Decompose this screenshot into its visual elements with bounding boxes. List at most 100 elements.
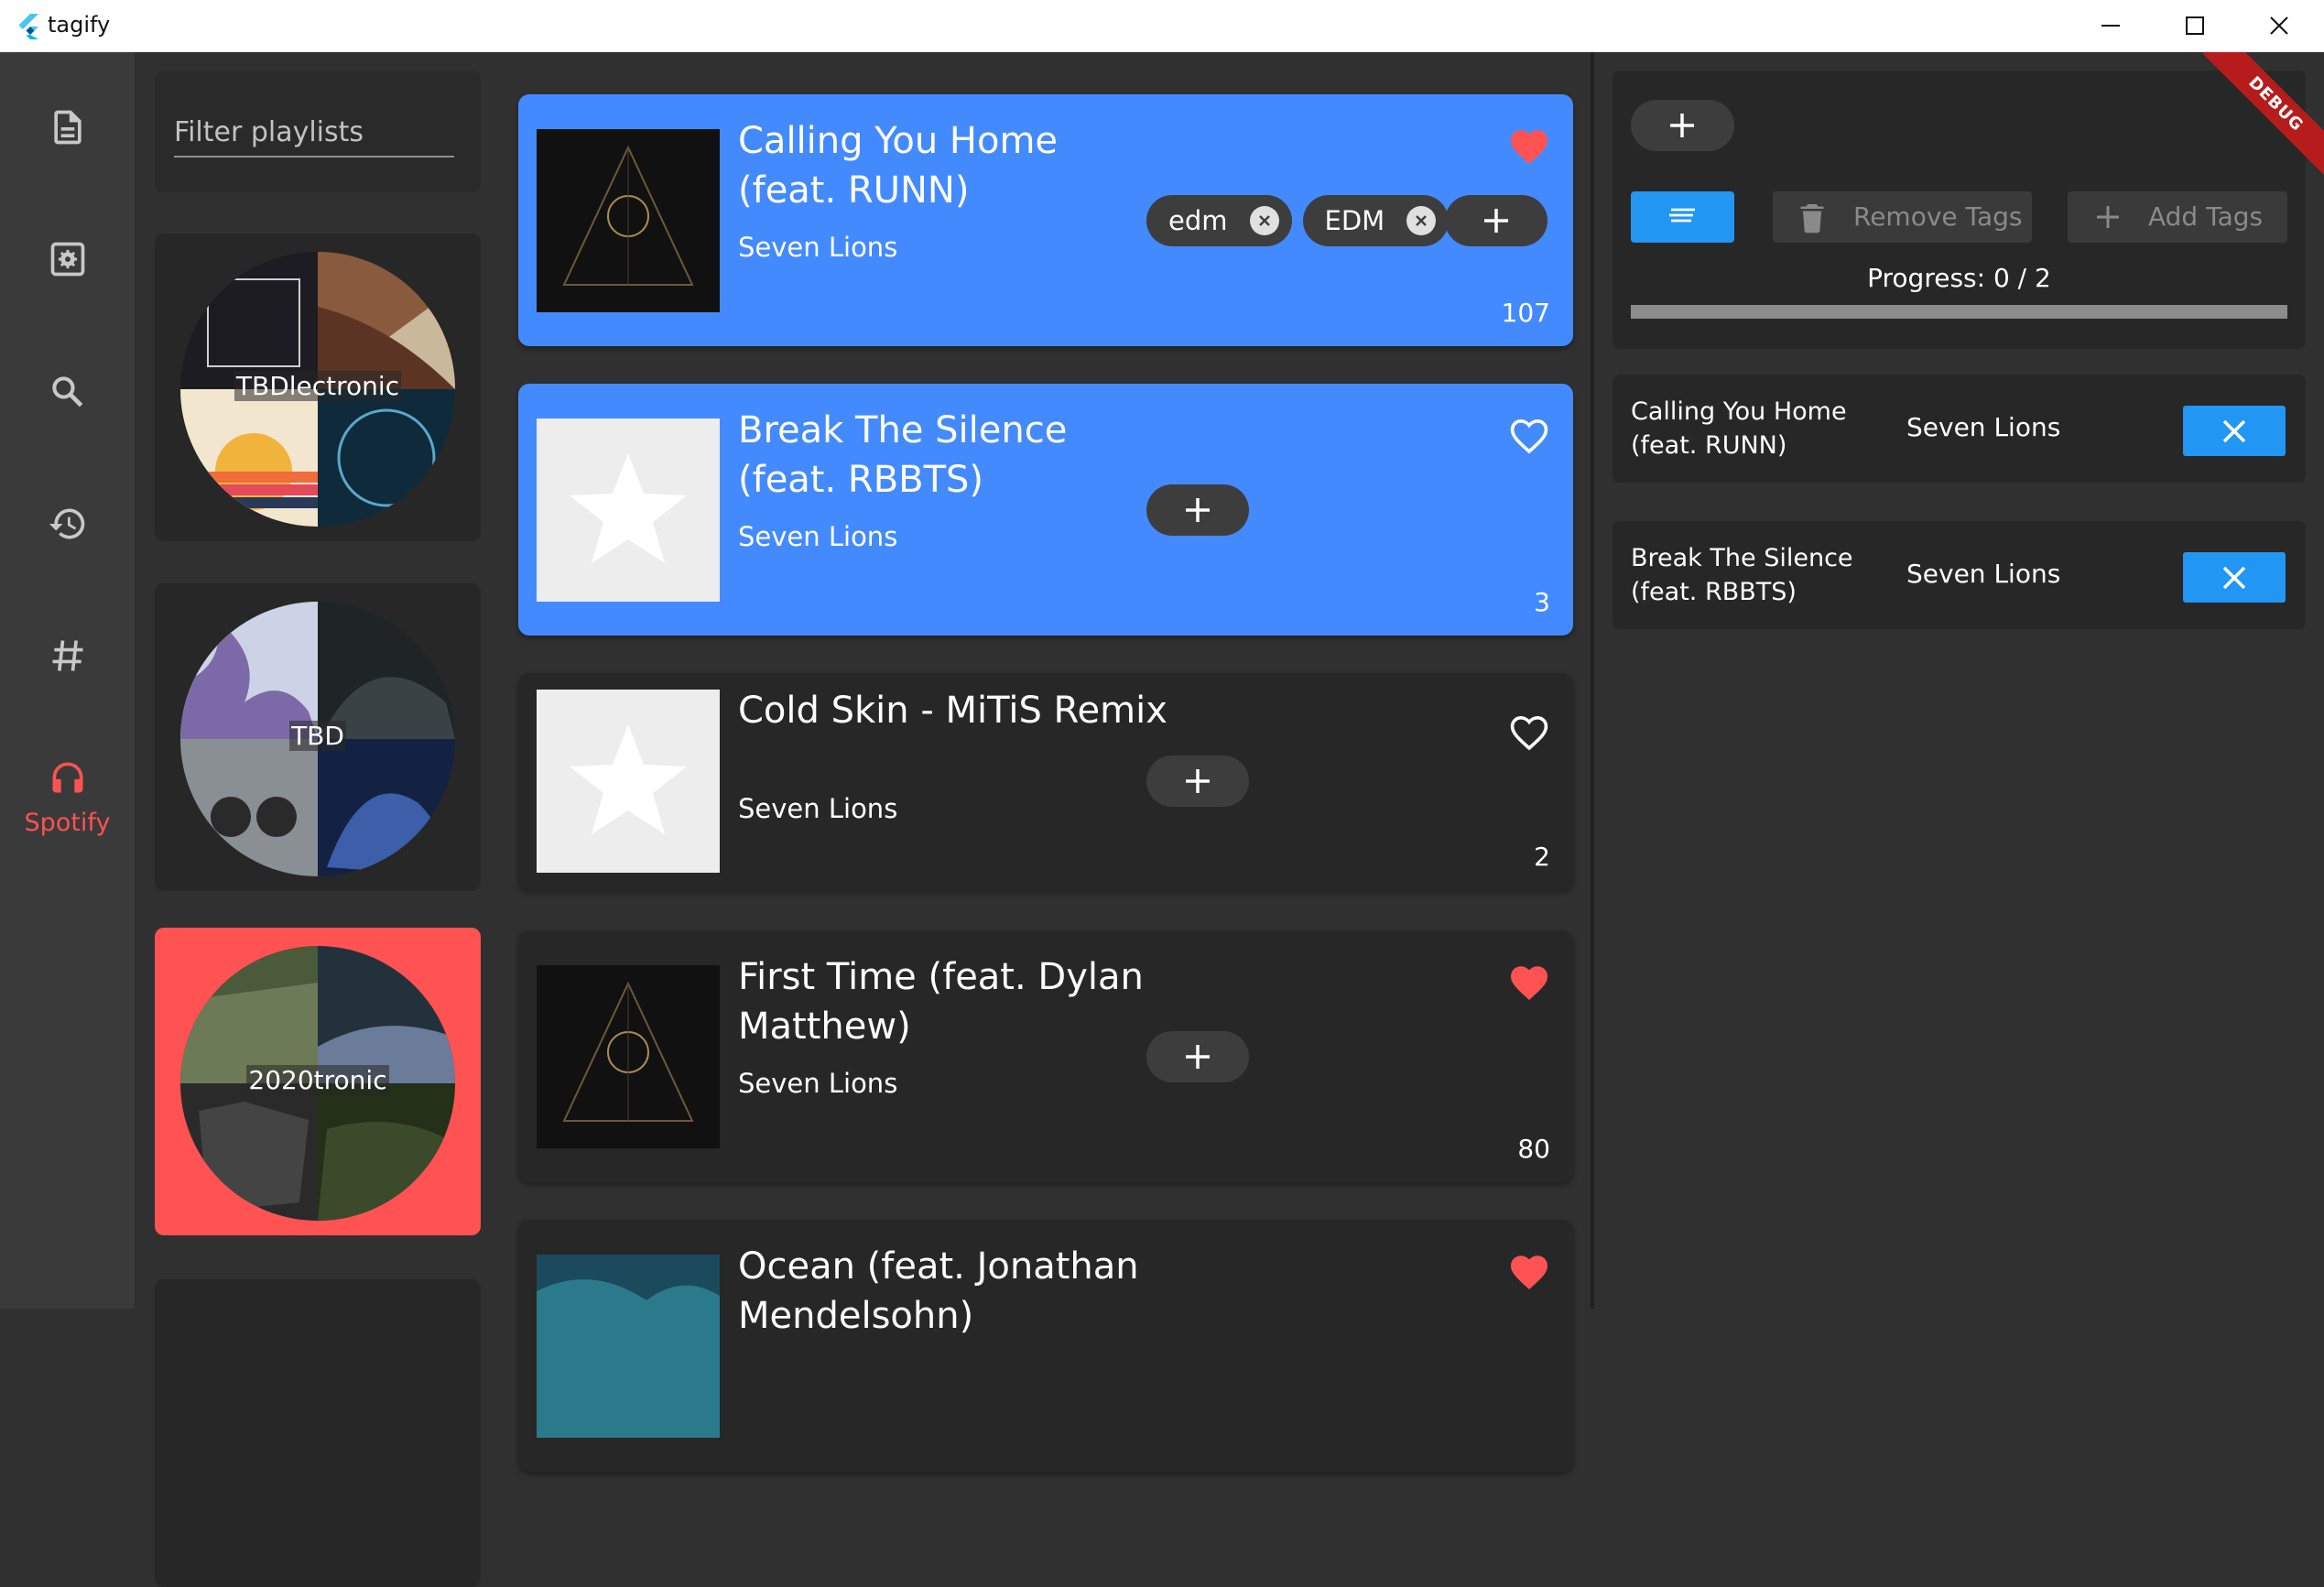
headphones-icon [52,762,83,793]
track-title: Break The Silence (feat. RBBTS) [738,409,1068,501]
playlist-name: TBD [289,721,346,751]
track-title: Cold Skin - MiTiS Remix [738,690,1167,732]
window-title: tagify [48,12,111,38]
remove-tags-label: Remove Tags [1853,201,2023,232]
playlist-card[interactable] [155,1279,481,1587]
selected-track-title: Break The Silence (feat. RBBTS) [1631,544,1853,606]
close-window-button[interactable] [2237,0,2321,52]
selected-track-card: Calling You Home (feat. RUNN) Seven Lion… [1613,375,2306,483]
filter-playlists-input[interactable] [174,108,454,158]
heart-filled-icon[interactable] [1507,125,1551,166]
sort-button[interactable] [1631,191,1734,243]
add-tags-label: Add Tags [2148,201,2264,232]
add-tag-button[interactable] [1146,1031,1249,1082]
search-icon [52,376,83,408]
heart-filled-icon[interactable] [1507,962,1551,1002]
minimize-button[interactable] [2069,0,2153,52]
trash-icon [1800,204,1824,234]
track-count: 2 [1534,842,1550,872]
plus-icon [2097,206,2119,228]
nav-item-tags[interactable] [0,636,135,745]
plus-icon [1186,769,1210,793]
remove-tag-icon[interactable] [1406,206,1437,235]
heart-filled-icon[interactable] [1507,1251,1551,1291]
tag-chip-label: EDM [1324,205,1385,236]
playlists-panel: TBDlectronic TBD [135,52,493,1587]
track-card[interactable]: First Time (feat. Dylan Matthew) Seven L… [518,930,1573,1182]
track-artist: Seven Lions [738,232,898,263]
nav-item-search[interactable] [0,372,135,482]
selected-track-title: Calling You Home (feat. RUNN) [1631,397,1847,460]
track-artist: Seven Lions [738,1068,898,1099]
plus-icon [1186,1045,1210,1069]
track-card[interactable]: Ocean (feat. Jonathan Mendelsohn) [518,1220,1573,1472]
description-icon [54,110,81,145]
flutter-logo-icon [18,14,38,39]
track-count: 107 [1501,298,1550,328]
track-card[interactable]: Break The Silence (feat. RBBTS) Seven Li… [518,384,1573,636]
track-cover [537,1255,720,1438]
track-title: Calling You Home (feat. RUNN) [738,120,1059,212]
nav-item-description[interactable] [0,107,135,217]
tag-chip[interactable]: edm [1146,195,1292,246]
track-count: 3 [1534,587,1550,617]
progress-bar [1631,305,2287,319]
tag-chip[interactable]: EDM [1302,195,1450,246]
track-cover [537,418,720,602]
selection-panel: Remove Tags Add Tags Progress: 0 / 2 Cal… [1594,52,2324,1309]
tag-controls-card: Remove Tags Add Tags Progress: 0 / 2 [1613,71,2306,349]
playlist-card[interactable]: TBD [155,583,481,891]
nav-item-spotify[interactable]: Spotify [0,757,135,858]
track-artist: Seven Lions [738,793,898,824]
close-icon [2222,566,2246,590]
track-card[interactable]: Calling You Home (feat. RUNN) Seven Lion… [518,94,1573,346]
plus-icon [1186,498,1210,522]
close-icon [2270,16,2288,35]
remove-selected-button[interactable] [2183,406,2286,456]
nav-item-settings[interactable] [0,239,135,349]
history-icon [49,508,85,539]
track-count: 80 [1517,1134,1550,1164]
nav-item-history[interactable] [0,504,135,614]
sort-lines-icon [1669,208,1695,223]
add-tag-button[interactable] [1146,755,1249,807]
track-artist: Seven Lions [738,521,898,552]
add-tag-button[interactable] [1445,195,1548,246]
selected-track-artist: Seven Lions [1906,412,2061,442]
track-title: First Time (feat. Dylan Matthew) [738,956,1144,1048]
track-cover [537,965,720,1148]
track-card[interactable]: Cold Skin - MiTiS Remix Seven Lions 2 [518,673,1573,890]
selected-track-artist: Seven Lions [1906,559,2061,589]
remove-tag-icon[interactable] [1249,206,1279,235]
maximize-icon [2186,16,2204,35]
playlist-name: 2020tronic [246,1065,389,1095]
title-bar: tagify [0,0,2324,52]
add-button[interactable] [1631,100,1734,151]
playlist-card[interactable]: 2020tronic [155,928,481,1235]
hashtag-icon [52,640,83,671]
remove-selected-button[interactable] [2183,552,2286,603]
playlist-card[interactable]: TBDlectronic [155,234,481,541]
add-tags-button[interactable]: Add Tags [2068,191,2287,243]
progress-text: Progress: 0 / 2 [1867,263,2051,293]
minimize-icon [2101,25,2120,27]
heart-outline-icon[interactable] [1507,415,1551,455]
heart-outline-icon[interactable] [1507,712,1551,752]
tag-chips: edm EDM [1146,195,1450,246]
navigation-rail: Spotify [0,52,135,1309]
tag-chip-label: edm [1168,205,1228,236]
add-tag-button[interactable] [1146,484,1249,536]
plus-icon [1484,209,1508,233]
close-icon [2222,419,2246,443]
playlist-name: TBDlectronic [233,371,402,401]
maximize-button[interactable] [2153,0,2237,52]
tracks-list: Calling You Home (feat. RUNN) Seven Lion… [493,52,1591,1472]
track-title: Ocean (feat. Jonathan Mendelsohn) [738,1245,1139,1337]
track-cover [537,690,720,873]
nav-label-spotify: Spotify [24,809,111,837]
remove-tags-button[interactable]: Remove Tags [1773,191,2032,243]
track-cover [537,129,720,312]
settings-box-icon [50,242,85,277]
filter-card [155,71,481,192]
selected-track-card: Break The Silence (feat. RBBTS) Seven Li… [1613,521,2306,629]
